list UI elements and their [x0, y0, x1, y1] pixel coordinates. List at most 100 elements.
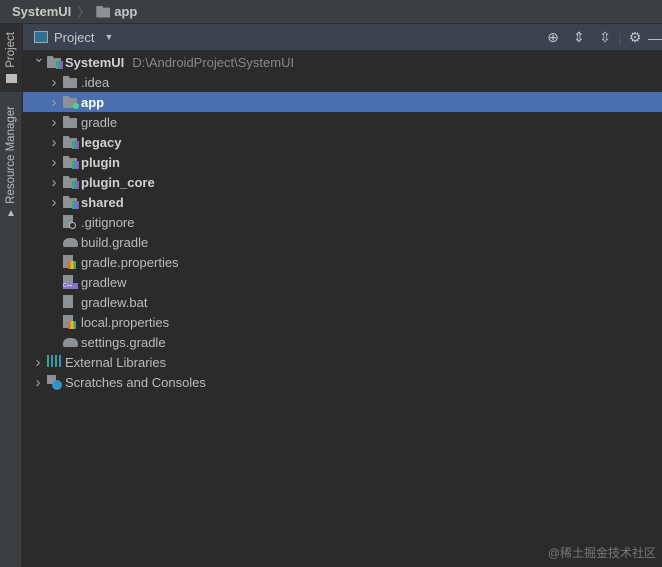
- module-icon: [63, 135, 79, 149]
- label-text: plugin_core: [81, 174, 155, 190]
- tree-item[interactable]: › shared: [23, 192, 662, 212]
- tree-item[interactable]: ⌄ SystemUI D:\AndroidProject\SystemUI: [23, 49, 662, 72]
- tab-project[interactable]: Project: [0, 24, 22, 92]
- label-text: app: [81, 94, 105, 110]
- label-text: legacy: [81, 134, 122, 150]
- chevron-right-icon[interactable]: ›: [49, 194, 59, 211]
- tree-item-label: External Libraries: [65, 355, 166, 370]
- label-text: plugin: [81, 154, 120, 170]
- chevron-right-icon[interactable]: ›: [49, 114, 59, 131]
- tree-item-label: .idea: [81, 75, 109, 90]
- chevron-down-icon[interactable]: ⌄: [33, 49, 45, 66]
- chevron-down-icon[interactable]: ▼: [104, 32, 113, 42]
- breadcrumb-app[interactable]: app: [114, 4, 137, 19]
- tree-item-label: Scratches and Consoles: [65, 375, 206, 390]
- tree-item-label: build.gradle: [81, 235, 148, 250]
- chevron-right-icon[interactable]: ›: [33, 374, 43, 391]
- locate-icon[interactable]: ⊕: [540, 29, 566, 46]
- label-text: gradle.properties: [81, 254, 179, 270]
- tree-item[interactable]: › app: [23, 92, 662, 112]
- tab-project-label: Project: [5, 32, 17, 68]
- watermark: @稀土掘金技术社区: [547, 546, 656, 560]
- label-text: settings.gradle: [81, 334, 166, 350]
- tree-item[interactable]: gradlew.bat: [23, 292, 662, 312]
- tab-resource-manager[interactable]: Resource Manager ▲: [0, 106, 22, 219]
- gradle-icon: [63, 235, 79, 249]
- label-text: gradle: [81, 114, 118, 130]
- tree-item[interactable]: settings.gradle: [23, 332, 662, 352]
- tree-item-label: SystemUI D:\AndroidProject\SystemUI: [65, 55, 294, 70]
- label-text: Scratches and Consoles: [65, 374, 206, 390]
- folder-icon: [63, 115, 79, 129]
- tree-item[interactable]: › .idea: [23, 72, 662, 92]
- tree-item[interactable]: build.gradle: [23, 232, 662, 252]
- minimize-icon[interactable]: —: [648, 30, 662, 46]
- chevron-right-icon[interactable]: ›: [49, 154, 59, 171]
- tree-item-label: legacy: [81, 135, 121, 150]
- tree-item-label: .gitignore: [81, 215, 134, 230]
- view-selector[interactable]: Project: [54, 30, 94, 45]
- tool-window-strip: Project Resource Manager ▲: [0, 24, 22, 567]
- label-text: .idea: [81, 74, 110, 90]
- panel-header: Project ▼ ⊕ ⇕ ⇳ | ⚙ —: [23, 24, 662, 51]
- tree-item-label: plugin_core: [81, 175, 155, 190]
- breadcrumb-root[interactable]: SystemUI: [12, 4, 71, 19]
- collapse-all-icon[interactable]: ⇳: [592, 29, 618, 46]
- project-panel: Project ▼ ⊕ ⇕ ⇳ | ⚙ — ⌄ SystemUI D:\Androi…: [23, 24, 662, 567]
- app-folder-icon: [63, 95, 79, 109]
- gradle-icon: [63, 335, 79, 349]
- chevron-right-icon[interactable]: ›: [49, 74, 59, 91]
- project-path: D:\AndroidProject\SystemUI: [132, 54, 295, 70]
- label-text: shared: [81, 194, 124, 210]
- breadcrumb-separator: 〉: [77, 5, 91, 20]
- properties-icon: [63, 315, 79, 329]
- tree-item-label: local.properties: [81, 315, 169, 330]
- tree-item[interactable]: › plugin_core: [23, 172, 662, 192]
- tree-item[interactable]: gradle.properties: [23, 252, 662, 272]
- tree-item-label: plugin: [81, 155, 120, 170]
- expand-all-icon[interactable]: ⇕: [566, 29, 592, 46]
- label-text: External Libraries: [65, 354, 167, 370]
- chevron-right-icon[interactable]: ›: [33, 354, 43, 371]
- folder-icon: [63, 75, 79, 89]
- tree-item[interactable]: local.properties: [23, 312, 662, 332]
- chevron-right-icon[interactable]: ›: [49, 174, 59, 191]
- module-icon: [47, 55, 63, 69]
- label-text: gradlew: [81, 274, 127, 290]
- tree-item[interactable]: › External Libraries: [23, 352, 662, 372]
- chevron-right-icon[interactable]: ›: [49, 94, 59, 111]
- label-text: SystemUI: [65, 54, 125, 70]
- tree-item[interactable]: › legacy: [23, 132, 662, 152]
- properties-icon: [63, 255, 79, 269]
- tree-item-label: gradle.properties: [81, 255, 179, 270]
- tree-item-label: settings.gradle: [81, 335, 166, 350]
- resource-icon: ▲: [6, 207, 16, 219]
- chevron-right-icon[interactable]: ›: [49, 134, 59, 151]
- tree-item[interactable]: › plugin: [23, 152, 662, 172]
- tab-resource-label: Resource Manager: [5, 106, 17, 204]
- gear-icon[interactable]: ⚙: [622, 29, 648, 46]
- label-text: gradlew.bat: [81, 294, 148, 310]
- tree-item-label: gradlew: [81, 275, 127, 290]
- tree-item[interactable]: › Scratches and Consoles: [23, 372, 662, 392]
- folder-icon: [5, 73, 17, 83]
- scratches-icon: [47, 375, 63, 390]
- cpp-file-icon: C++: [63, 275, 79, 289]
- tree-item[interactable]: C++ gradlew: [23, 272, 662, 292]
- tree-item-label: app: [81, 95, 104, 110]
- tree-item-label: gradle: [81, 115, 117, 130]
- label-text: build.gradle: [81, 234, 149, 250]
- label-text: .gitignore: [81, 214, 135, 230]
- tree-item[interactable]: › gradle: [23, 112, 662, 132]
- libraries-icon: [47, 355, 63, 369]
- breadcrumb: SystemUI 〉 app: [0, 0, 662, 24]
- project-tree: ⌄ SystemUI D:\AndroidProject\SystemUI › .ide…: [23, 49, 662, 392]
- ignore-file-icon: [63, 215, 79, 229]
- text-file-icon: [63, 295, 79, 309]
- folder-icon: [96, 5, 111, 18]
- project-view-icon: [34, 31, 48, 43]
- module-icon: [63, 155, 79, 169]
- module-icon: [63, 195, 79, 209]
- tree-item[interactable]: .gitignore: [23, 212, 662, 232]
- module-icon: [63, 175, 79, 189]
